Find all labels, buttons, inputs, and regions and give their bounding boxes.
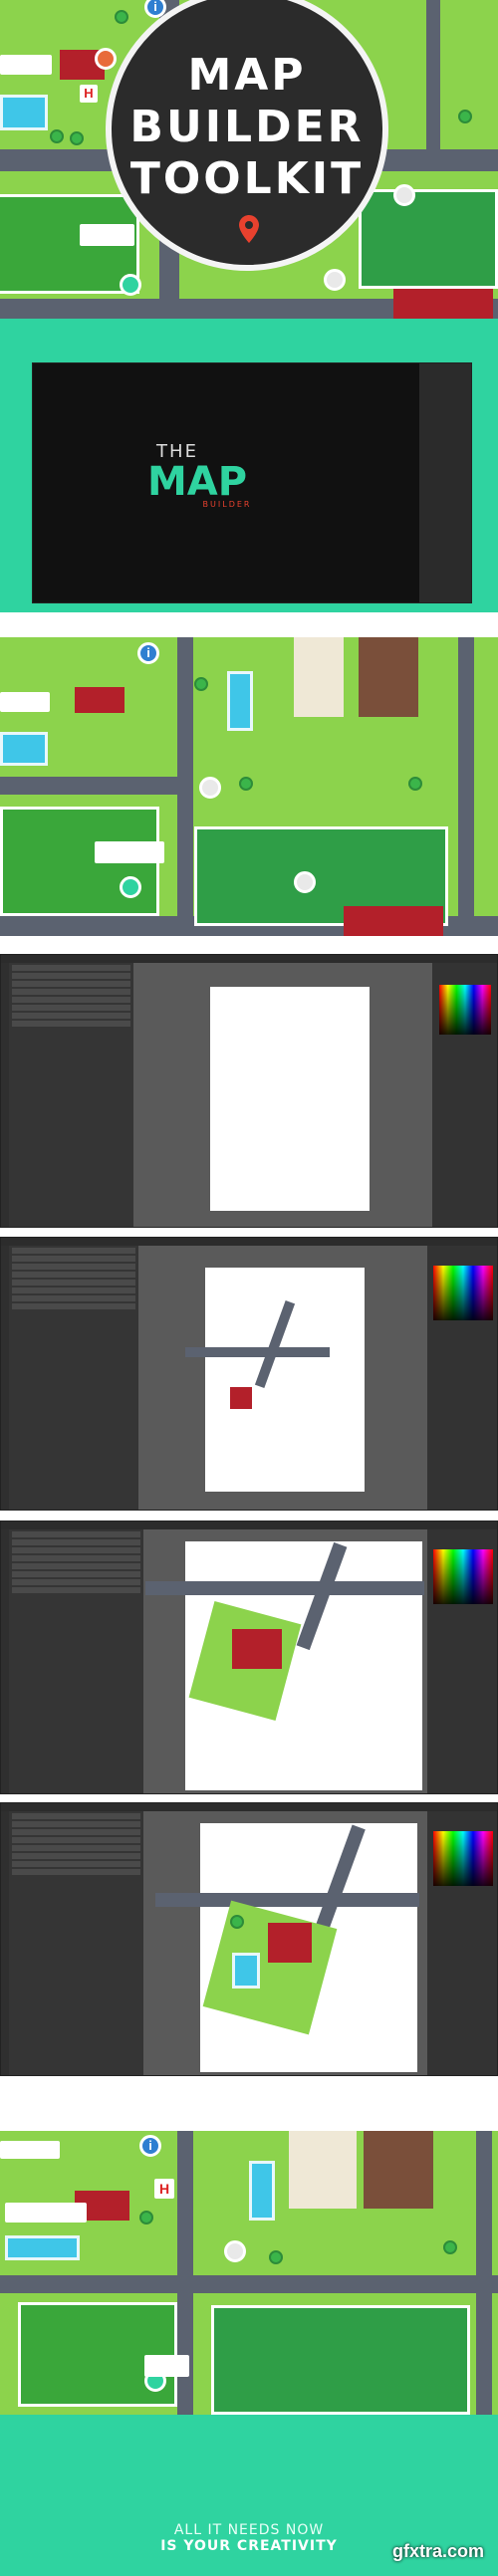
- info-marker: i: [139, 2135, 161, 2157]
- tree: [139, 2211, 153, 2225]
- pool: [232, 1953, 260, 1989]
- hero-map: i H MAP BUILDER TOOLKIT: [0, 0, 498, 319]
- tree: [443, 2240, 457, 2254]
- logo-builder: BUILDER: [202, 500, 252, 509]
- hospital-sign: H: [80, 85, 98, 103]
- marker: [393, 184, 415, 206]
- road: [145, 1581, 424, 1595]
- road: [0, 2275, 498, 2293]
- logo-map: MAP: [146, 459, 248, 505]
- road: [0, 777, 179, 795]
- tree: [269, 2250, 283, 2264]
- title-line-3: TOOLKIT: [129, 153, 365, 204]
- pool: [0, 732, 48, 766]
- tree: [408, 777, 422, 791]
- hospital-sign: H: [154, 2179, 174, 2199]
- menu-bar: [1, 1803, 497, 1811]
- layers-panel: [9, 1529, 143, 1793]
- marker: [324, 269, 346, 291]
- app-splash-screen: THE MAP BUILDER: [32, 362, 472, 603]
- house-roof: [393, 289, 493, 319]
- building: [0, 692, 50, 712]
- tree: [239, 777, 253, 791]
- tree: [70, 131, 84, 145]
- title-badge: MAP BUILDER TOOLKIT: [106, 0, 388, 271]
- marker: [294, 871, 316, 893]
- building: [95, 841, 164, 863]
- tagline-line-1: ALL IT NEEDS NOW: [173, 2522, 325, 2538]
- title-line-2: BUILDER: [129, 102, 365, 152]
- info-marker: i: [137, 642, 159, 664]
- editor-screen-4: [0, 1802, 498, 2076]
- brown-lot: [359, 637, 418, 717]
- brown-lot: [364, 2131, 433, 2209]
- toolbar: [1, 963, 9, 1227]
- editor-screen-3: [0, 1521, 498, 1794]
- house-roof: [344, 906, 443, 936]
- artboard: [210, 987, 370, 1211]
- building: [5, 2203, 87, 2223]
- building: [0, 2141, 60, 2159]
- menu-bar: [1, 1522, 497, 1529]
- road: [177, 637, 193, 936]
- tree: [194, 677, 208, 691]
- toolbar: [1, 1529, 9, 1793]
- pool: [227, 671, 253, 731]
- layers-panel: [9, 1811, 143, 2075]
- tennis-court: [211, 2305, 470, 2415]
- promo-page: i H MAP BUILDER TOOLKIT THE MAP BUILDER: [0, 0, 498, 2576]
- watermark: gfxtra.com: [391, 2541, 484, 2561]
- footer: ALL IT NEEDS NOW IS YOUR CREATIVITY gfxt…: [0, 2415, 498, 2576]
- building: [0, 55, 52, 75]
- marker: [224, 2240, 246, 2262]
- building: [80, 224, 134, 246]
- house-roof: [232, 1629, 282, 1669]
- color-picker: [433, 1831, 493, 1886]
- menu-bar: [1, 1238, 497, 1246]
- road: [426, 0, 440, 149]
- house-roof: [75, 687, 124, 713]
- map-preview-1: i: [0, 637, 498, 936]
- marker: [120, 274, 141, 296]
- editor-screen-1: [0, 954, 498, 1228]
- menu-bar: [1, 955, 497, 963]
- building: [289, 2131, 357, 2209]
- color-picker: [439, 985, 491, 1035]
- color-picker: [433, 1266, 493, 1320]
- toolbar: [1, 1246, 9, 1510]
- layers-panel: [9, 1246, 138, 1510]
- house-roof: [268, 1923, 312, 1963]
- building: [144, 2355, 189, 2377]
- tree: [458, 110, 472, 123]
- road: [458, 637, 474, 936]
- map-pin-icon: [239, 215, 259, 243]
- marker: [120, 876, 141, 898]
- tennis-court: [359, 189, 498, 289]
- title-line-1: MAP: [187, 50, 307, 101]
- marker: [199, 777, 221, 799]
- road: [155, 1893, 419, 1907]
- pool: [0, 95, 48, 130]
- map-preview-2: i H: [0, 2131, 498, 2415]
- road: [185, 1347, 330, 1357]
- editor-screen-2: [0, 1237, 498, 1511]
- color-picker: [433, 1549, 493, 1604]
- toolbar: [1, 1811, 9, 2075]
- road: [476, 2131, 492, 2415]
- house-roof: [230, 1387, 252, 1409]
- tree: [230, 1915, 244, 1929]
- building: [294, 637, 344, 717]
- pool: [5, 2235, 80, 2260]
- pool: [249, 2161, 275, 2221]
- layers-panel: [9, 963, 133, 1227]
- tree: [115, 10, 128, 24]
- tree: [50, 129, 64, 143]
